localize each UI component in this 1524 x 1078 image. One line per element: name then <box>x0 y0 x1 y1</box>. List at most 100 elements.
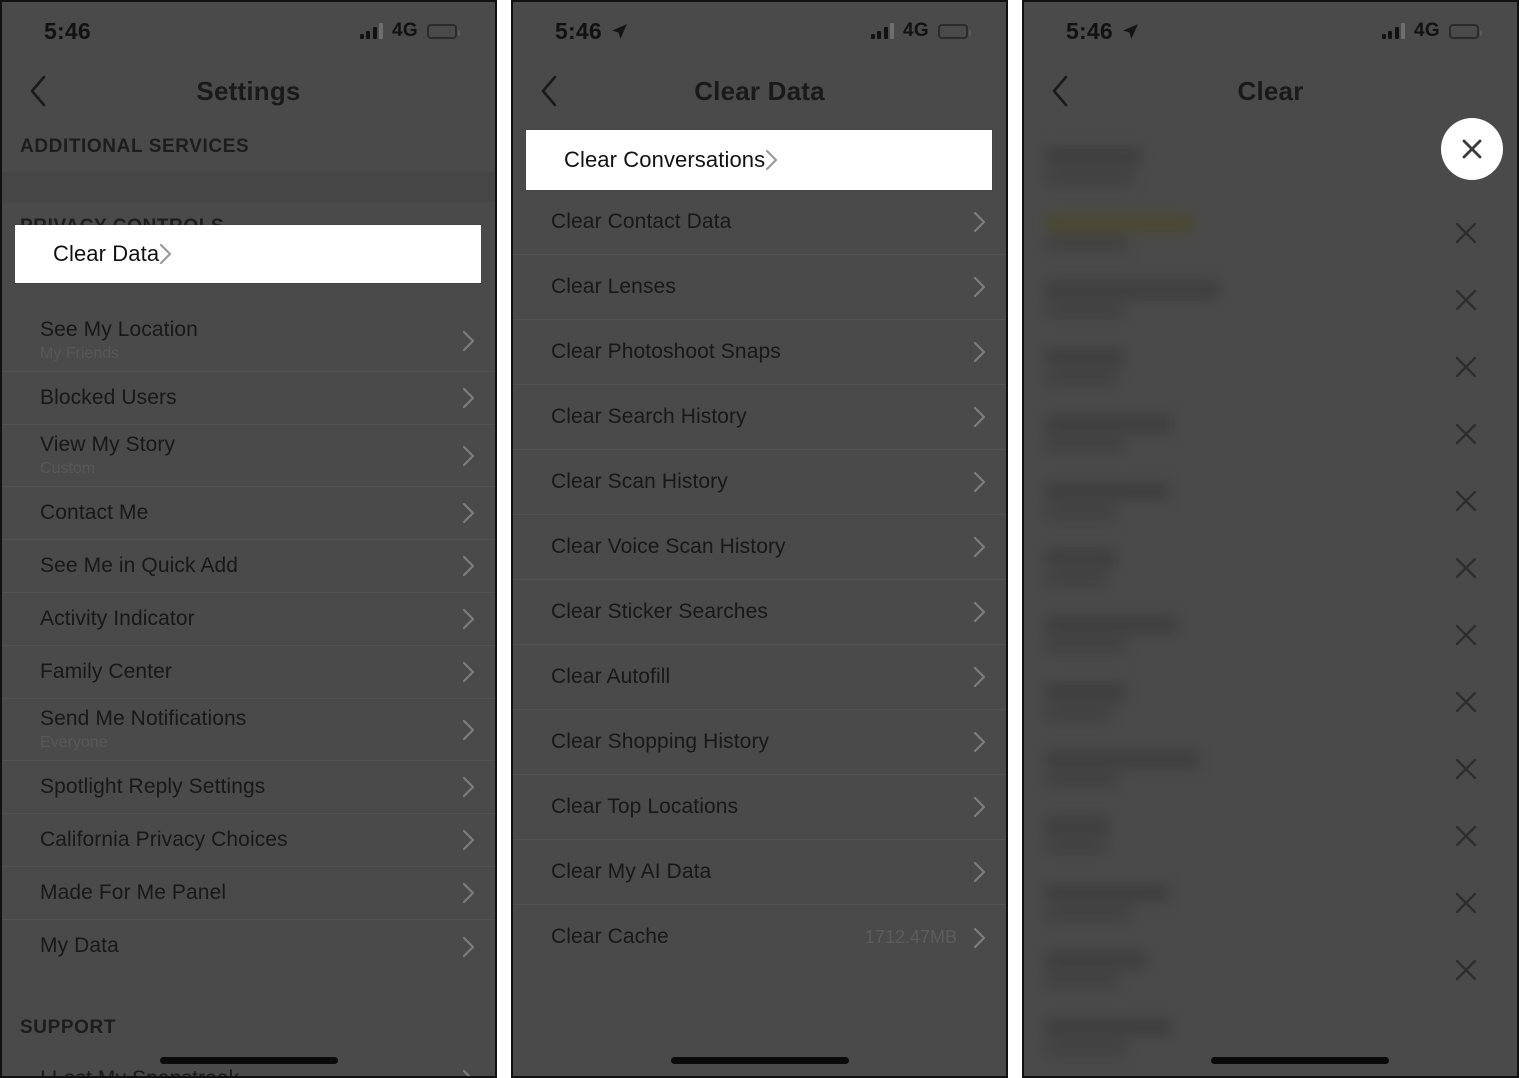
list-item[interactable]: Clear Voice Scan History <box>513 515 1006 580</box>
close-x-icon[interactable] <box>1451 553 1481 583</box>
chevron-right-icon <box>973 211 986 233</box>
close-x-icon[interactable] <box>1451 486 1481 516</box>
close-x-icon[interactable] <box>1451 620 1481 650</box>
list-item[interactable]: Clear Sticker Searches <box>513 580 1006 645</box>
back-chevron-icon[interactable] <box>529 71 569 111</box>
row-title: Clear Conversations <box>564 147 766 173</box>
chevron-right-icon <box>462 719 475 740</box>
list-item[interactable]: Clear Autofill <box>513 645 1006 710</box>
battery-icon <box>938 23 971 39</box>
row-labels: Clear Search History <box>551 405 973 429</box>
list-item[interactable]: Clear My AI Data <box>513 840 1006 905</box>
chevron-right-icon <box>160 243 172 265</box>
chevron-right-icon <box>973 471 986 493</box>
row-labels: Clear Autofill <box>551 665 973 689</box>
chevron-right-icon <box>462 445 475 466</box>
list-item[interactable]: Family Center <box>2 646 495 699</box>
list-item[interactable]: Activity Indicator <box>2 593 495 646</box>
list-item[interactable]: Clear Scan History <box>513 450 1006 515</box>
highlighted-close-button[interactable] <box>1441 118 1503 180</box>
page-title: Clear <box>1237 75 1304 106</box>
close-x-icon[interactable] <box>1451 754 1481 784</box>
list-item[interactable]: See Me in Quick Add <box>2 540 495 593</box>
close-x-icon[interactable] <box>1451 821 1481 851</box>
list-item[interactable] <box>1024 534 1517 601</box>
highlighted-row-clear-conversations[interactable]: Clear Conversations <box>526 130 992 190</box>
list-item[interactable] <box>1024 199 1517 266</box>
list-item[interactable]: California Privacy Choices <box>2 814 495 867</box>
list-item[interactable]: Send Me Notifications Everyone <box>2 699 495 761</box>
list-item[interactable]: See My Location My Friends <box>2 310 495 372</box>
row-labels: Clear Scan History <box>551 470 973 494</box>
highlighted-row-clear-data[interactable]: Clear Data <box>15 225 481 283</box>
row-title: I Lost My Snapstreak <box>40 1067 462 1076</box>
chevron-right-icon <box>973 666 986 688</box>
row-subtitle: Everyone <box>40 734 108 752</box>
row-title: Clear Photoshoot Snaps <box>551 339 781 363</box>
status-bar-right: 4G <box>359 20 460 42</box>
list-item[interactable]: Contact Me <box>2 487 495 540</box>
list-item[interactable]: Clear Shopping History <box>513 710 1006 775</box>
status-bar-left: 5:46 <box>1066 18 1139 45</box>
list-item[interactable]: Made For Me Panel <box>2 867 495 920</box>
row-title: Clear Shopping History <box>551 729 770 753</box>
home-indicator <box>1211 1057 1390 1064</box>
list-item[interactable] <box>1024 266 1517 333</box>
row-title: Clear My AI Data <box>551 859 712 883</box>
chevron-right-icon <box>462 555 475 577</box>
row-title: California Privacy Choices <box>40 827 288 851</box>
battery-icon <box>1449 23 1482 39</box>
chevron-right-icon <box>462 882 475 904</box>
status-bar-left: 5:46 <box>555 18 628 45</box>
list-item[interactable] <box>1024 400 1517 467</box>
chevron-right-icon <box>973 927 986 948</box>
list-item[interactable] <box>1024 668 1517 735</box>
list-item[interactable]: Blocked Users <box>2 372 495 425</box>
list-item[interactable]: Clear Top Locations <box>513 775 1006 840</box>
list-item[interactable] <box>1024 869 1517 936</box>
list-item[interactable] <box>1024 467 1517 534</box>
row-labels: Clear Data <box>53 241 159 266</box>
chevron-right-icon <box>973 536 986 558</box>
chevron-right-icon <box>462 608 475 630</box>
list-item[interactable] <box>1024 333 1517 400</box>
chevron-right-icon <box>973 341 986 363</box>
row-title: View My Story <box>40 433 176 457</box>
close-x-icon[interactable] <box>1451 955 1481 985</box>
list-item[interactable]: Clear Search History <box>513 385 1006 450</box>
chevron-right-icon <box>973 796 986 818</box>
row-title: My Data <box>40 934 119 958</box>
row-labels: Clear Voice Scan History <box>551 535 973 559</box>
close-x-icon[interactable] <box>1451 352 1481 382</box>
list-item[interactable]: Clear Lenses <box>513 255 1006 320</box>
row-title: Activity Indicator <box>40 606 195 630</box>
list-item[interactable]: My Data <box>2 920 495 973</box>
list-item[interactable] <box>1024 601 1517 668</box>
cellular-signal-icon <box>359 23 384 39</box>
chevron-right-icon <box>973 276 986 298</box>
back-chevron-icon[interactable] <box>18 71 58 111</box>
back-chevron-icon[interactable] <box>1040 71 1080 111</box>
close-x-icon[interactable] <box>1451 888 1481 918</box>
list-item[interactable] <box>1024 735 1517 802</box>
close-x-icon[interactable] <box>1451 218 1481 248</box>
chevron-right-icon <box>462 829 475 851</box>
list-item[interactable] <box>1024 802 1517 869</box>
close-x-icon[interactable] <box>1451 419 1481 449</box>
list-item[interactable] <box>1024 936 1517 1003</box>
section-gap <box>2 172 495 202</box>
close-x-icon[interactable] <box>1451 687 1481 717</box>
list-item[interactable]: Spotlight Reply Settings <box>2 761 495 814</box>
list-item[interactable]: Clear Contact Data <box>513 190 1006 255</box>
list-item[interactable]: View My Story Custom <box>2 425 495 487</box>
row-labels: Clear Sticker Searches <box>551 600 973 624</box>
row-title: See Me in Quick Add <box>40 553 239 577</box>
clear-data-list: Clear Contact Data Clear Lenses Clear Ph… <box>513 190 1006 970</box>
close-x-icon[interactable] <box>1451 285 1481 315</box>
list-item-clear-cache[interactable]: Clear Cache 1712.47MB <box>513 905 1006 970</box>
blurred-username <box>1046 347 1451 386</box>
blurred-username <box>1046 816 1451 855</box>
chevron-right-icon <box>973 406 986 428</box>
nav-bar: Settings <box>2 60 495 122</box>
list-item[interactable]: Clear Photoshoot Snaps <box>513 320 1006 385</box>
